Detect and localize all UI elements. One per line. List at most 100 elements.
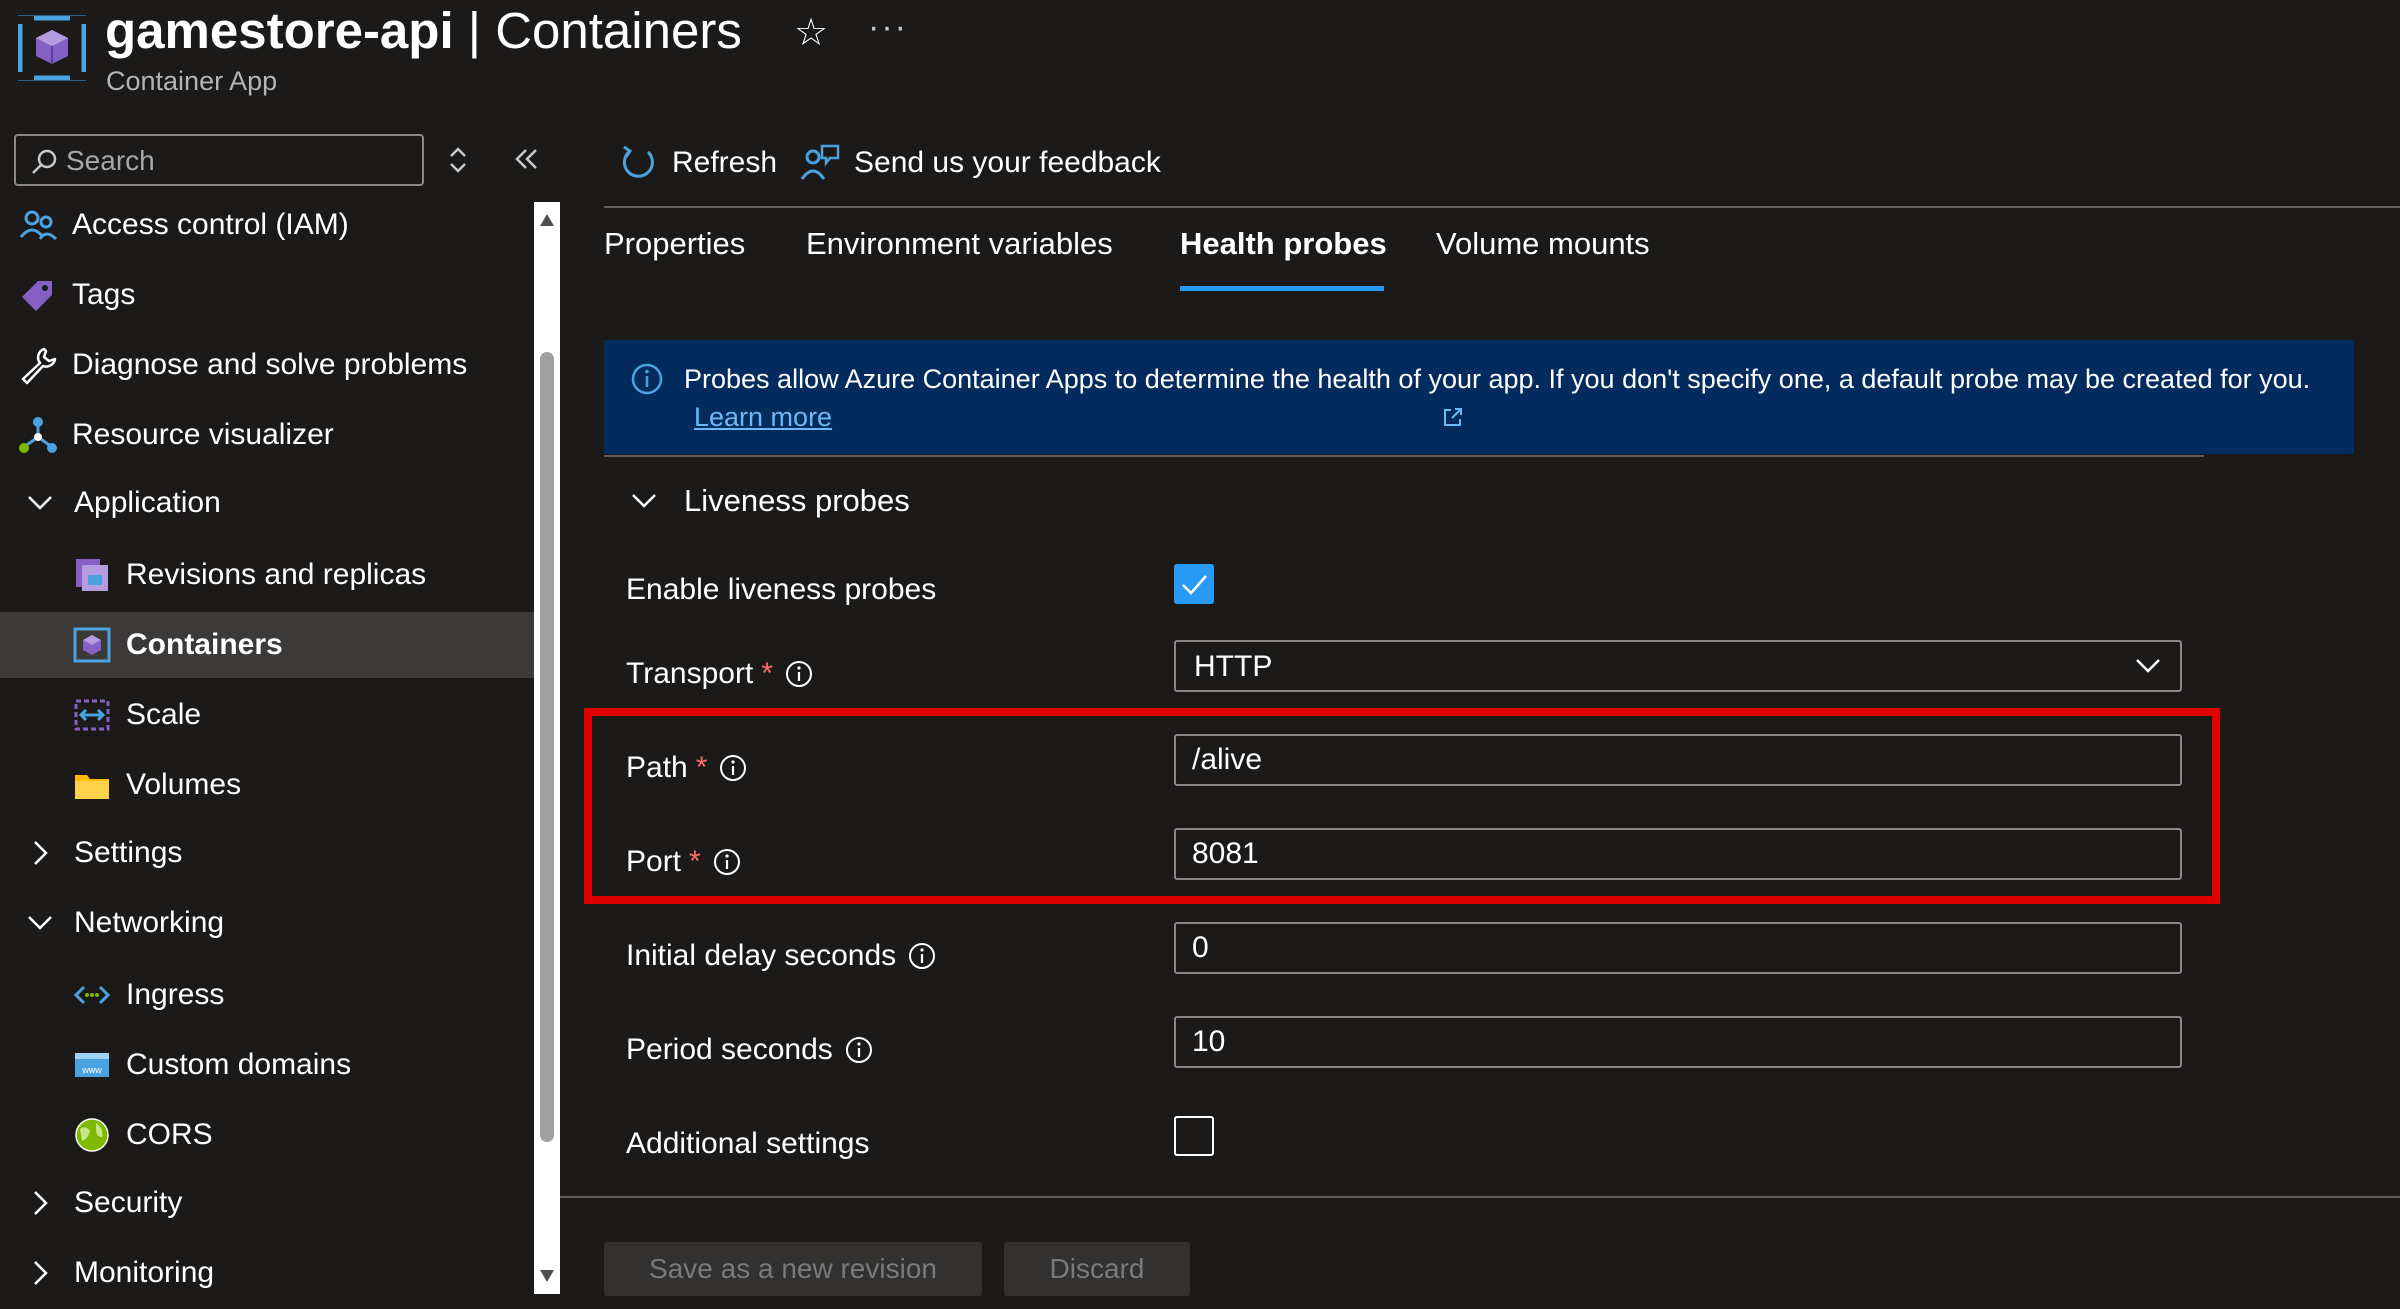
path-input[interactable] [1176,736,2180,784]
discard-button[interactable]: Discard [1004,1242,1190,1296]
enable-liveness-checkbox[interactable] [1174,564,1214,604]
period-seconds-field[interactable] [1174,1016,2182,1068]
sidebar-item-label: Revisions and replicas [126,558,427,591]
save-new-revision-button[interactable]: Save as a new revision [604,1242,982,1296]
port-input[interactable] [1176,830,2180,878]
port-field[interactable] [1174,828,2182,880]
scroll-up-arrow-icon[interactable] [540,214,554,226]
sidebar-item-label: Containers [126,628,283,661]
info-tooltip-icon[interactable] [719,754,747,782]
chevron-down-icon [630,483,660,519]
refresh-icon [618,143,658,183]
field-label-text: Additional settings [626,1127,870,1160]
refresh-button[interactable]: Refresh [618,140,777,186]
sidebar-scrollbar[interactable] [534,202,560,1294]
sidebar-search[interactable] [14,134,424,186]
info-tooltip-icon[interactable] [908,942,936,970]
sidebar-item-ingress[interactable]: Ingress [72,962,534,1028]
tab-properties[interactable]: Properties [604,226,745,276]
transport-selected-value: HTTP [1194,650,1273,683]
sidebar-item-resource-visualizer[interactable]: Resource visualizer [18,402,534,468]
sidebar-item-label: Resource visualizer [72,418,334,451]
tag-icon [18,275,58,315]
page-title: gamestore-api | Containers [105,0,742,62]
sidebar-item-access-control[interactable]: Access control (IAM) [18,192,534,258]
chevron-right-icon [22,1189,58,1217]
tab-volume-mounts[interactable]: Volume mounts [1436,226,1650,276]
section-divider [604,455,2204,457]
transport-dropdown[interactable]: HTTP [1174,640,2182,692]
sidebar-group-label: Security [74,1186,183,1219]
more-options-icon[interactable]: ··· [868,8,908,47]
svg-text:www: www [81,1065,102,1075]
field-label-text: Initial delay seconds [626,939,897,972]
revisions-icon [72,555,112,595]
field-label-text: Port [626,845,682,878]
chevron-down-icon [22,493,58,513]
info-circle-icon [630,362,664,396]
chevron-right-icon [22,1259,58,1287]
sidebar-group-settings[interactable]: Settings [22,820,534,886]
sidebar-item-label: Volumes [126,768,242,801]
field-label-text: Enable liveness probes [626,573,937,606]
initial-delay-input[interactable] [1176,924,2180,972]
sidebar-group-label: Settings [74,836,183,869]
footer-divider [560,1196,2400,1198]
sidebar-group-networking[interactable]: Networking [22,890,534,956]
active-tab-indicator [1180,286,1384,291]
collapse-sidebar-icon[interactable] [512,142,540,176]
initial-delay-label: Initial delay seconds [626,934,936,978]
port-label: Port * [626,840,741,884]
scroll-down-arrow-icon[interactable] [540,1270,554,1282]
toolbar-divider [604,206,2400,208]
search-icon [30,148,58,176]
info-tooltip-icon[interactable] [785,660,813,688]
section-title: Liveness probes [684,483,910,518]
additional-settings-checkbox[interactable] [1174,1116,1214,1156]
info-tooltip-icon[interactable] [713,848,741,876]
sidebar-group-security[interactable]: Security [22,1170,534,1236]
transport-label: Transport * [626,652,813,696]
scrollbar-thumb[interactable] [540,352,554,1142]
field-label-text: Transport [626,657,754,690]
sidebar-group-label: Monitoring [74,1256,215,1289]
sidebar-group-monitoring[interactable]: Monitoring [22,1240,534,1306]
sidebar-item-custom-domains[interactable]: www Custom domains [72,1032,534,1098]
tab-health-probes[interactable]: Health probes [1180,226,1387,276]
favorite-star-icon[interactable]: ☆ [794,10,828,55]
sidebar-item-diagnose[interactable]: Diagnose and solve problems [18,332,534,398]
sidebar-item-revisions[interactable]: Revisions and replicas [72,542,534,608]
period-seconds-label: Period seconds [626,1028,873,1072]
external-link-icon [1442,406,1464,428]
feedback-button[interactable]: Send us your feedback [800,140,1161,186]
initial-delay-field[interactable] [1174,922,2182,974]
sidebar-item-scale[interactable]: Scale [72,682,534,748]
sort-toggle-icon[interactable] [446,144,470,176]
learn-more-link[interactable]: Learn more [694,402,832,433]
page-name: Containers [495,2,742,59]
chevron-down-icon [22,913,58,933]
search-input[interactable] [66,142,416,180]
sidebar-item-label: Scale [126,698,202,731]
sidebar-item-label: Diagnose and solve problems [72,348,468,381]
sidebar-item-label: Custom domains [126,1048,352,1081]
feedback-label: Send us your feedback [854,146,1161,179]
info-tooltip-icon[interactable] [845,1036,873,1064]
banner-message: Probes allow Azure Container Apps to det… [684,364,2311,394]
tab-environment-variables[interactable]: Environment variables [806,226,1113,276]
liveness-probes-section-toggle[interactable]: Liveness probes [630,478,910,524]
period-seconds-input[interactable] [1176,1018,2180,1066]
sidebar-item-label: Ingress [126,978,225,1011]
field-label-text: Period seconds [626,1033,833,1066]
globe-icon [72,1115,112,1155]
sidebar-group-application[interactable]: Application [22,470,534,536]
sidebar-item-cors[interactable]: CORS [72,1102,534,1168]
sidebar-item-containers[interactable]: Containers [0,612,534,678]
ingress-icon [72,975,112,1015]
sidebar-item-tags[interactable]: Tags [18,262,534,328]
chevron-right-icon [22,839,58,867]
sidebar-item-volumes[interactable]: Volumes [72,752,534,818]
title-separator: | [453,2,496,59]
chevron-down-icon [2134,656,2162,676]
path-field[interactable] [1174,734,2182,786]
